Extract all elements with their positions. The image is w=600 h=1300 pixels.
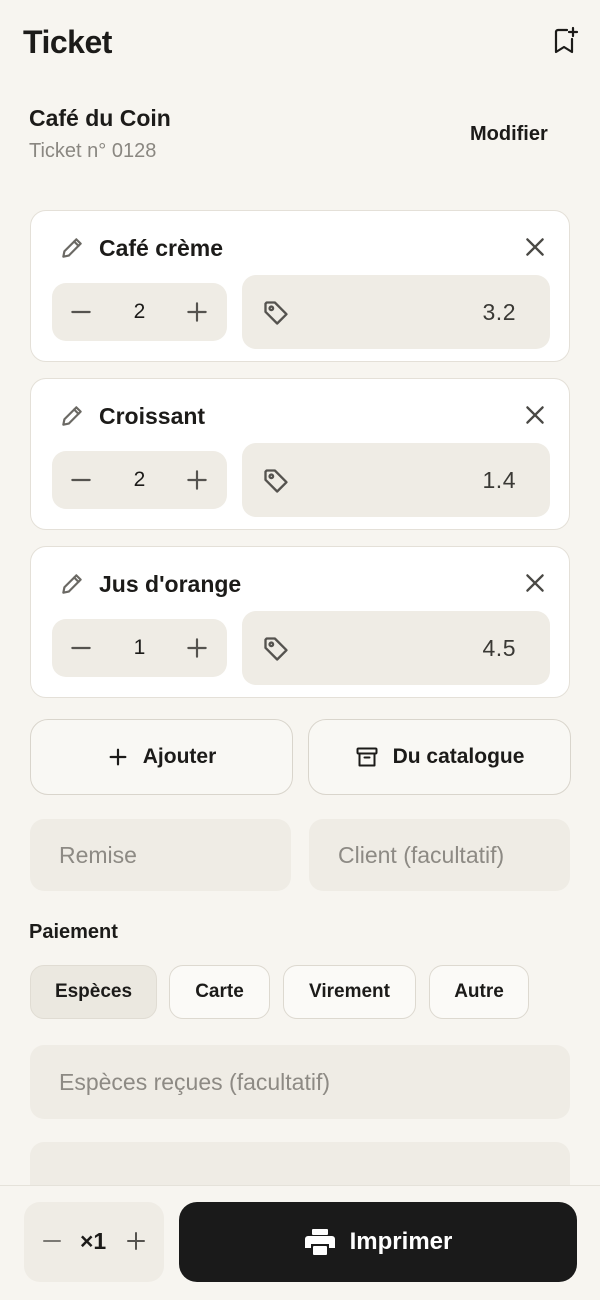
payment-method-other[interactable]: Autre <box>429 965 529 1019</box>
close-icon[interactable] <box>522 570 548 596</box>
bookmark-add-icon <box>554 26 579 54</box>
ticket-item: Café crème 2 3.2 <box>30 210 570 362</box>
ticket-number: Ticket n° 0128 <box>29 140 157 162</box>
item-name[interactable]: Croissant <box>99 403 205 430</box>
price-value: 4.5 <box>482 635 516 661</box>
minus-icon[interactable] <box>40 1229 64 1253</box>
payment-section-label: Paiement <box>29 921 118 943</box>
archive-icon <box>356 747 378 767</box>
price-value: 3.2 <box>482 299 516 325</box>
catalog-button[interactable]: Du catalogue <box>308 719 571 795</box>
printer-icon <box>304 1229 335 1255</box>
plus-icon[interactable] <box>184 635 210 661</box>
client-input[interactable]: Client (facultatif) <box>309 819 570 891</box>
plus-icon[interactable] <box>184 467 210 493</box>
payment-method-card[interactable]: Carte <box>169 965 270 1019</box>
price-tag-icon <box>264 637 288 661</box>
pencil-icon[interactable] <box>59 235 85 261</box>
plus-icon[interactable] <box>124 1229 148 1253</box>
page-title: Ticket <box>23 24 112 60</box>
payment-method-transfer[interactable]: Virement <box>283 965 416 1019</box>
pencil-icon[interactable] <box>59 403 85 429</box>
cash-received-input[interactable]: Espèces reçues (facultatif) <box>30 1045 570 1119</box>
app-header: Ticket <box>0 0 600 90</box>
bottom-action-bar: ×1 Imprimer <box>0 1185 600 1300</box>
store-name: Café du Coin <box>29 105 171 131</box>
price-tag-icon <box>264 469 288 493</box>
print-button[interactable]: Imprimer <box>179 1202 577 1282</box>
quantity-stepper: 2 <box>52 283 227 341</box>
item-name[interactable]: Café crème <box>99 235 223 262</box>
copies-count: ×1 <box>80 1228 107 1254</box>
print-label: Imprimer <box>349 1228 453 1255</box>
price-value: 1.4 <box>482 467 516 493</box>
plus-icon <box>109 748 127 766</box>
price-field[interactable]: 1.4 <box>242 443 550 517</box>
add-item-button[interactable]: Ajouter <box>30 719 293 795</box>
discount-input[interactable]: Remise <box>30 819 291 891</box>
add-item-label: Ajouter <box>142 745 217 768</box>
close-icon[interactable] <box>522 402 548 428</box>
ticket-item: Croissant 2 1.4 <box>30 378 570 530</box>
catalog-label: Du catalogue <box>392 745 525 768</box>
price-field[interactable]: 3.2 <box>242 275 550 349</box>
bookmark-add-button[interactable] <box>551 26 581 56</box>
item-name[interactable]: Jus d'orange <box>99 571 241 598</box>
copies-stepper: ×1 <box>24 1202 164 1282</box>
pencil-icon[interactable] <box>59 571 85 597</box>
close-icon[interactable] <box>522 234 548 260</box>
quantity-stepper: 2 <box>52 451 227 509</box>
price-tag-icon <box>264 301 288 325</box>
quantity-stepper: 1 <box>52 619 227 677</box>
payment-method-cash[interactable]: Espèces <box>30 965 157 1019</box>
edit-store-button[interactable]: Modifier <box>470 123 548 146</box>
plus-icon[interactable] <box>184 299 210 325</box>
ticket-item: Jus d'orange 1 4.5 <box>30 546 570 698</box>
price-field[interactable]: 4.5 <box>242 611 550 685</box>
